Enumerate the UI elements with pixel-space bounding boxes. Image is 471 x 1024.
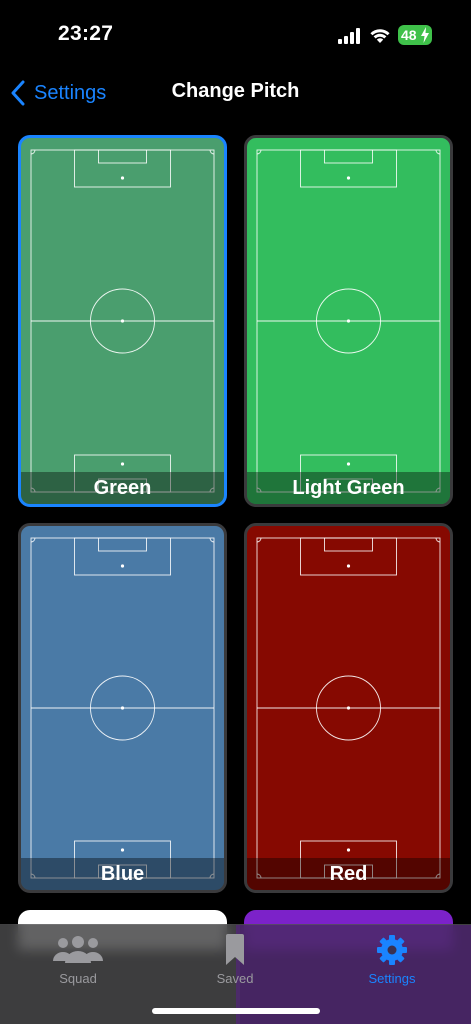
cellular-signal-icon xyxy=(338,28,360,44)
tab-saved[interactable]: Saved xyxy=(175,933,295,986)
pitch-label-bar: Blue xyxy=(21,858,224,890)
pitch-label: Blue xyxy=(100,862,145,885)
status-time: 23:27 xyxy=(58,22,114,45)
pitch-diagram xyxy=(256,537,441,879)
squad-icon xyxy=(53,936,103,963)
navigation-bar: Settings Change Pitch xyxy=(0,70,471,116)
pitch-label: Green xyxy=(93,476,152,499)
pitch-card-light-green[interactable]: Light Green xyxy=(244,135,453,507)
pitch-diagram xyxy=(30,149,215,493)
battery-level: 48 xyxy=(401,27,417,43)
home-indicator xyxy=(152,1008,320,1014)
pitch-label: Red xyxy=(329,862,368,885)
tab-label: Saved xyxy=(216,971,254,986)
tab-squad[interactable]: Squad xyxy=(18,933,138,986)
pitch-label-bar: Light Green xyxy=(247,472,450,504)
tab-label: Settings xyxy=(368,971,416,986)
pitch-card-green[interactable]: Green xyxy=(18,135,227,507)
pitch-card-blue[interactable]: Blue xyxy=(18,523,227,893)
battery-indicator: 48 xyxy=(398,25,432,45)
pitch-label-bar: Green xyxy=(21,472,224,504)
gear-icon xyxy=(377,935,407,965)
status-bar: 23:27 48 xyxy=(0,0,471,70)
wifi-icon xyxy=(370,29,390,43)
page-title: Change Pitch xyxy=(171,80,300,102)
tab-settings[interactable]: Settings xyxy=(332,933,452,986)
bookmark-icon xyxy=(226,934,244,965)
pitch-diagram xyxy=(256,149,441,493)
tab-label: Squad xyxy=(59,971,97,986)
pitch-label: Light Green xyxy=(292,476,405,499)
pitch-diagram xyxy=(30,537,215,879)
pitch-card-red[interactable]: Red xyxy=(244,523,453,893)
charging-bolt-icon xyxy=(421,27,429,43)
pitch-label-bar: Red xyxy=(247,858,450,890)
